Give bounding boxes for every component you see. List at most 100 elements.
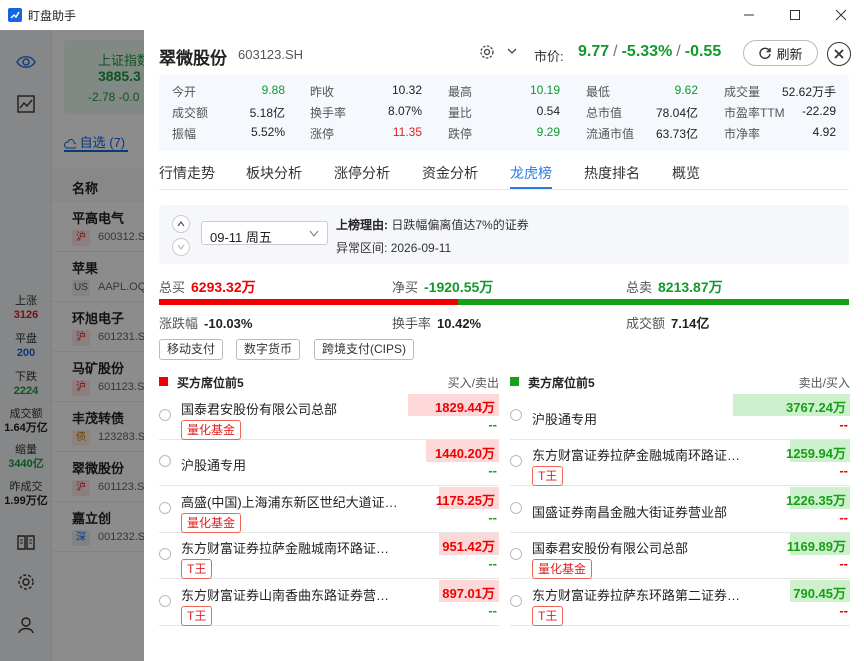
seat-name: 沪股通专用 [532,412,598,427]
quote-value: 10.32 [391,83,422,97]
net-buy-value: -1920.55万 [424,279,494,295]
date-select[interactable]: 09-11 周五 [201,221,328,245]
seat-other-amount: -- [488,417,497,432]
seat-badge: 量化基金 [181,512,242,533]
turnover-value: 10.42% [437,316,482,331]
concept-chip[interactable]: 数字货币 [236,339,301,360]
seller-seat-row[interactable]: 国盛证券南昌金融大街证券营业部 1226.35万 -- [510,486,850,533]
tab-bar: 行情走势 板块分析 涨停分析 资金分析 龙虎榜 热度排名 概览 [159,156,849,190]
close-window-button[interactable] [818,0,864,30]
refresh-button[interactable]: 刷新 [743,40,818,66]
seat-name: 国泰君安股份有限公司总部 [532,541,689,557]
tab-1[interactable]: 行情走势 [159,163,215,183]
seat-amount: 1169.89万 [786,539,846,555]
change-percent: -5.33% [621,43,673,60]
quote-label: 成交量 [724,85,761,99]
tab-5[interactable]: 龙虎榜 [510,163,552,189]
seat-radio[interactable] [510,409,522,421]
concept-chip[interactable]: 跨境支付(CIPS) [314,339,415,360]
concept-chip[interactable]: 移动支付 [159,339,224,360]
chevron-up-icon [177,221,185,227]
quote-label: 最低 [586,85,611,99]
buyer-seat-row[interactable]: 东方财富证券山南香曲东路证券营业部 T王 897.01万 -- [159,579,499,626]
tab-7[interactable]: 概览 [672,163,700,183]
maximize-button[interactable] [772,0,818,30]
refresh-label: 刷新 [776,46,803,62]
reason-text: 日跌幅偏离值达7%的证券 [391,218,529,232]
title-bar: 盯盘助手 [0,0,864,30]
gear-icon[interactable] [479,44,495,63]
seat-other-amount: -- [839,556,848,572]
tab-3[interactable]: 涨停分析 [334,163,390,183]
seat-radio[interactable] [510,501,522,514]
seller-seat-row[interactable]: 东方财富证券拉萨金融城南环路证券营业部 T王 1259.94万-- [510,439,850,487]
tab-label: 板块分析 [246,165,302,181]
seat-other-amount: -- [839,602,848,618]
tab-label: 热度排名 [584,165,640,181]
seat-radio[interactable] [159,501,171,514]
current-price: 9.77 [578,43,610,60]
seat-radio[interactable] [159,594,171,607]
seat-radio[interactable] [159,548,171,561]
seat-badge: T王 [181,559,213,580]
seat-amount: 1175.25万 [435,492,495,508]
pct-change-label: 涨跌幅 [159,316,199,331]
pct-change-value: -10.03% [204,316,253,331]
seller-seat-row[interactable]: 国泰君安股份有限公司总部量化基金 1169.89万 -- [510,532,850,580]
buy-legend-dot [159,377,168,386]
buy-sell-ratio-bar [159,299,849,305]
tab-2[interactable]: 板块分析 [246,163,302,183]
seat-name: 高盛(中国)上海浦东新区世纪大道证券营业部 [181,494,399,510]
app-logo-icon [8,8,22,22]
seat-name: 东方财富证券拉萨金融城南环路证券营业部 [532,448,750,464]
tab-4[interactable]: 资金分析 [422,163,478,183]
seat-radio[interactable] [510,548,522,561]
amount-label: 成交额 [626,316,666,331]
buy-ratio-fill [159,299,459,305]
buyer-seat-row[interactable]: 沪股通专用 1440.20万 -- [159,439,499,487]
tab-label: 资金分析 [422,165,478,181]
app-title: 盯盘助手 [28,8,77,23]
range-label: 异常区间: [336,241,388,255]
chevron-down-icon[interactable] [506,45,518,60]
sell-legend-dot [510,377,519,386]
prev-date-button[interactable] [172,215,190,233]
quote-value: 0.54 [536,104,560,118]
buyer-seat-row[interactable]: 东方财富证券拉萨金融城南环路证券营业部 T王 951.42万-- [159,532,499,580]
seat-other-amount: -- [839,463,848,479]
buyer-seat-row[interactable]: 国泰君安股份有限公司总部 量化基金 1829.44万 -- [159,393,499,440]
seat-radio[interactable] [159,455,171,468]
seat-name: 东方财富证券山南香曲东路证券营业部 [181,587,399,603]
seller-seat-row[interactable]: 东方财富证券拉萨东环路第二证券营业部 T王 790.45万 -- [510,579,850,626]
dropdown-chevron-icon [309,230,319,237]
price-separator: / [613,43,618,60]
buy-section-col: 买入/卖出 [447,376,499,390]
quote-label: 最高 [448,85,473,99]
seat-radio[interactable] [510,455,522,468]
seat-radio[interactable] [510,594,522,607]
minimize-button[interactable] [726,0,772,30]
close-panel-button[interactable] [827,42,851,66]
total-buy-value: 6293.32万 [191,279,256,295]
quote-label: 昨收 [310,85,335,99]
tab-6[interactable]: 热度排名 [584,163,640,183]
buyer-seat-row[interactable]: 高盛(中国)上海浦东新区世纪大道证券营业部量化基金 1175.25万-- [159,486,499,533]
reason-label: 上榜理由: [336,218,388,232]
seller-seat-row[interactable]: 沪股通专用 3767.24万 -- [510,393,850,440]
seat-other-amount: -- [839,417,848,432]
buy-section-header: 买方席位前5 买入/卖出 [159,374,499,392]
total-sell-label: 总卖 [626,280,653,295]
quote-value: 5.18亿 [249,106,285,120]
stock-code: 603123.SH [238,47,304,62]
seat-amount: 1829.44万 [435,400,495,415]
seat-badge: 量化基金 [532,559,593,580]
sell-section-title: 卖方席位前5 [528,376,595,390]
seat-amount: 1259.94万 [786,446,846,462]
next-date-button[interactable] [172,238,190,256]
seat-badge: T王 [532,466,564,487]
seat-radio[interactable] [159,409,171,421]
total-buy-label: 总买 [159,280,186,295]
quote-value: -22.29 [801,104,836,118]
amount-value: 7.14亿 [671,316,710,331]
quote-value: 78.04亿 [655,106,698,120]
